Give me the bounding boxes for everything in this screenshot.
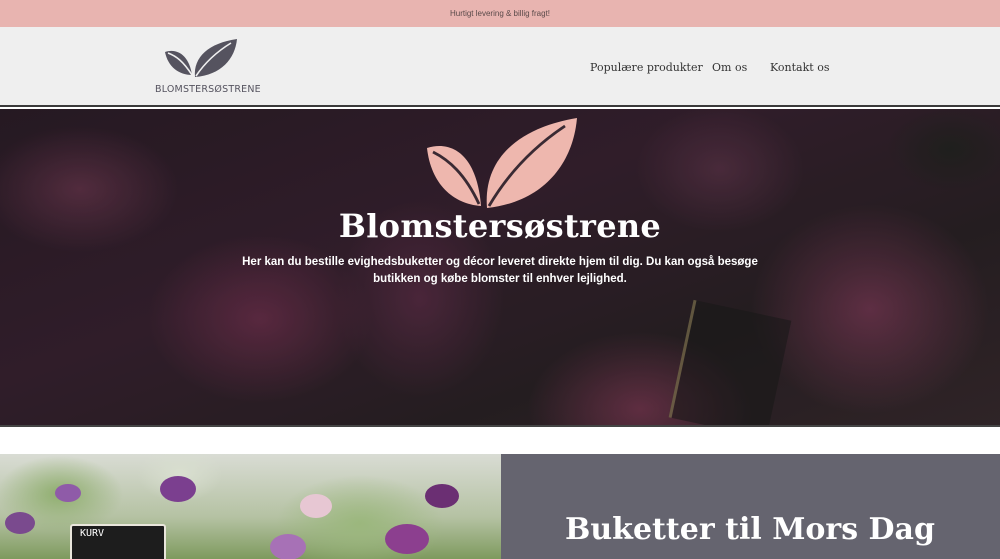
section-divider <box>0 425 1000 454</box>
feature-panel: Buketter til Mors Dag <box>501 454 1000 559</box>
flower-decoration <box>270 534 306 559</box>
site-header: BLOMSTERSØSTRENE Populære produkter Om o… <box>0 27 1000 107</box>
main-nav: Populære produkter Om os Kontakt os <box>0 61 1000 77</box>
sign-text: KURV <box>80 528 105 539</box>
hero-leaf-logo-icon <box>427 118 577 208</box>
price-sign-board: KURV <box>70 524 166 559</box>
flower-decoration <box>160 476 196 502</box>
nav-about-us[interactable]: Om os <box>712 61 747 74</box>
flower-decoration <box>300 494 332 518</box>
hero-title: Blomstersøstrene <box>338 207 662 245</box>
announcement-bar: Hurtigt levering & billig fragt! <box>0 0 1000 27</box>
announcement-text: Hurtigt levering & billig fragt! <box>449 9 551 18</box>
flower-decoration <box>425 484 459 508</box>
feature-image-flowers: KURV <box>0 454 501 559</box>
flower-decoration <box>55 484 81 502</box>
nav-popular-products[interactable]: Populære produkter <box>590 61 703 74</box>
brand-name: BLOMSTERSØSTRENE <box>155 84 261 95</box>
flower-decoration <box>5 512 35 534</box>
hero-description: Her kan du bestille evighedsbuketter og … <box>242 256 758 285</box>
flower-decoration <box>385 524 429 554</box>
nav-contact-us[interactable]: Kontakt os <box>770 61 829 74</box>
hero-banner: Blomstersøstrene Her kan du bestille evi… <box>0 109 1000 425</box>
feature-title[interactable]: Buketter til Mors Dag <box>565 512 935 547</box>
